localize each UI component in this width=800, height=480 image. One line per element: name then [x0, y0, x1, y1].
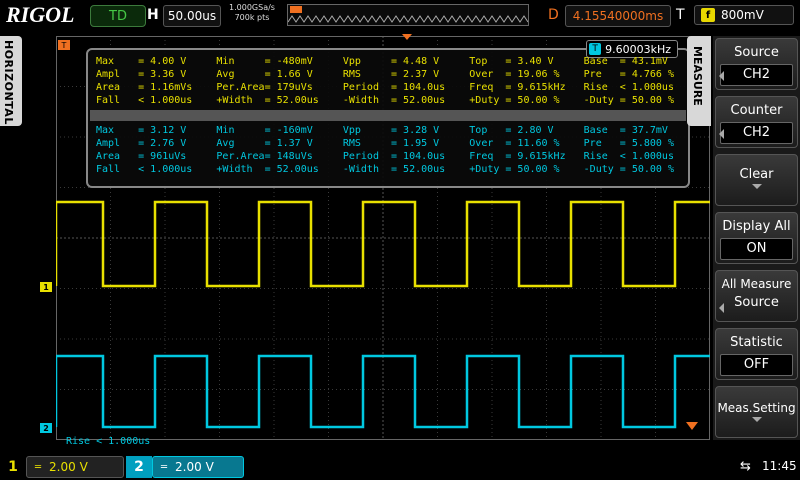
ch2-offset-marker[interactable]: 2	[40, 423, 52, 433]
counter-label: Counter	[730, 103, 783, 118]
ch2-number: 2	[126, 456, 152, 478]
dc-coupling-icon: ═	[161, 461, 168, 473]
rising-edge-icon: f	[701, 8, 715, 22]
measurement-separator	[90, 110, 686, 121]
memory-overview-strip	[287, 4, 529, 26]
ch1-tab[interactable]: 1 ═ 2.00 V	[0, 456, 124, 478]
counter-button[interactable]: Counter CH2	[715, 96, 798, 148]
statistic-label: Statistic	[730, 335, 783, 350]
source-button[interactable]: Source CH2	[715, 38, 798, 90]
counter-source-icon: T	[589, 43, 602, 55]
ch1-number: 1	[8, 459, 18, 475]
sample-rate: 1.000GSa/s	[229, 3, 275, 12]
ch2-meas-row: Fall < 1.000us +Width = 52.00us -Width =…	[96, 164, 674, 175]
usb-icon: ⇆	[740, 459, 751, 474]
trigger-position-icon	[290, 6, 302, 13]
measure-tab-label: MEASURE	[691, 46, 704, 106]
chevron-left-icon	[719, 303, 724, 313]
ch2-scale-box: ═ 2.00 V	[152, 456, 244, 478]
bottom-measurement-readout: Rise < 1.000us	[66, 436, 151, 447]
display-all-button[interactable]: Display All ON	[715, 212, 798, 264]
clock: 11:45	[762, 459, 797, 473]
horizontal-tab-label: HORIZONTAL	[2, 40, 15, 125]
counter-value: 9.60003kHz	[605, 42, 671, 56]
trigger-label: T	[676, 7, 685, 23]
source-label: Source	[734, 45, 779, 60]
measurement-panel: T 9.60003kHz Max = 4.00 V Min = -480mV V…	[86, 40, 690, 188]
ch2-tab[interactable]: 2 ═ 2.00 V	[126, 456, 244, 478]
rigol-logo: RIGOL	[6, 2, 75, 27]
run-state-indicator[interactable]: TD	[90, 5, 146, 27]
trigger-marker[interactable]: T	[58, 40, 70, 50]
trigger-level-arrow-icon	[686, 422, 698, 430]
bottom-channel-bar: 1 ═ 2.00 V 2 ═ 2.00 V	[0, 455, 800, 480]
source-value: CH2	[720, 64, 793, 86]
clear-label: Clear	[739, 167, 774, 182]
sample-rate-readout: 1.000GSa/s 700k pts	[224, 3, 280, 23]
meas-setting-button[interactable]: Meas.Setting	[715, 386, 798, 438]
ch2-meas-row: Area = 961uVs Per.Area= 148uVs Period = …	[96, 151, 674, 162]
trigger-readout[interactable]: f 800mV	[694, 5, 794, 25]
measure-menu: Source CH2 Counter CH2 Clear Display All…	[713, 36, 800, 440]
delay-readout[interactable]: 4.15540000ms	[565, 5, 671, 27]
delay-label: D	[548, 7, 559, 23]
all-measure-source-button[interactable]: All Measure Source	[715, 270, 798, 322]
display-all-value: ON	[720, 238, 793, 260]
measure-tab[interactable]: MEASURE	[687, 36, 711, 126]
chevron-down-icon	[751, 184, 762, 189]
all-measure-label: All Measure	[721, 277, 792, 291]
ch2-trace	[56, 354, 710, 429]
memory-waveform-icon	[288, 15, 528, 23]
trigger-position-top-icon	[402, 34, 412, 40]
ch1-meas-row: Ampl = 3.36 V Avg = 1.66 V RMS = 2.37 V …	[96, 69, 674, 80]
ch1-meas-row: Area = 1.16mVs Per.Area= 179uVs Period =…	[96, 82, 674, 93]
ch1-meas-row: Max = 4.00 V Min = -480mV Vpp = 4.48 V T…	[96, 56, 668, 67]
all-measure-source-label: Source	[734, 295, 779, 310]
chevron-left-icon	[719, 129, 724, 139]
chevron-down-icon	[751, 417, 762, 422]
dc-coupling-icon: ═	[35, 461, 42, 473]
ch2-scale: 2.00 V	[175, 460, 214, 474]
top-status-bar: RIGOL TD H 50.00us 1.000GSa/s 700k pts D…	[0, 0, 800, 30]
ch1-scale: 2.00 V	[49, 460, 88, 474]
ch2-meas-row: Ampl = 2.76 V Avg = 1.37 V RMS = 1.95 V …	[96, 138, 674, 149]
ch2-meas-row: Max = 3.12 V Min = -160mV Vpp = 3.28 V T…	[96, 125, 668, 136]
counter-value-field: CH2	[720, 122, 793, 144]
statistic-value: OFF	[720, 354, 793, 376]
ch1-offset-marker[interactable]: 1	[40, 282, 52, 292]
ch1-meas-row: Fall < 1.000us +Width = 52.00us -Width =…	[96, 95, 674, 106]
timebase-readout[interactable]: 50.00us	[163, 5, 221, 27]
horizontal-label: H	[147, 7, 159, 23]
clear-button[interactable]: Clear	[715, 154, 798, 206]
ch1-scale-box: ═ 2.00 V	[26, 456, 124, 478]
memory-depth: 700k pts	[234, 13, 270, 22]
statistic-button[interactable]: Statistic OFF	[715, 328, 798, 380]
chevron-left-icon	[719, 71, 724, 81]
meas-setting-label: Meas.Setting	[717, 401, 796, 415]
horizontal-tab[interactable]: HORIZONTAL	[0, 36, 22, 126]
display-all-label: Display All	[722, 219, 791, 234]
trigger-level: 800mV	[721, 8, 764, 22]
ch1-trace	[56, 200, 710, 288]
